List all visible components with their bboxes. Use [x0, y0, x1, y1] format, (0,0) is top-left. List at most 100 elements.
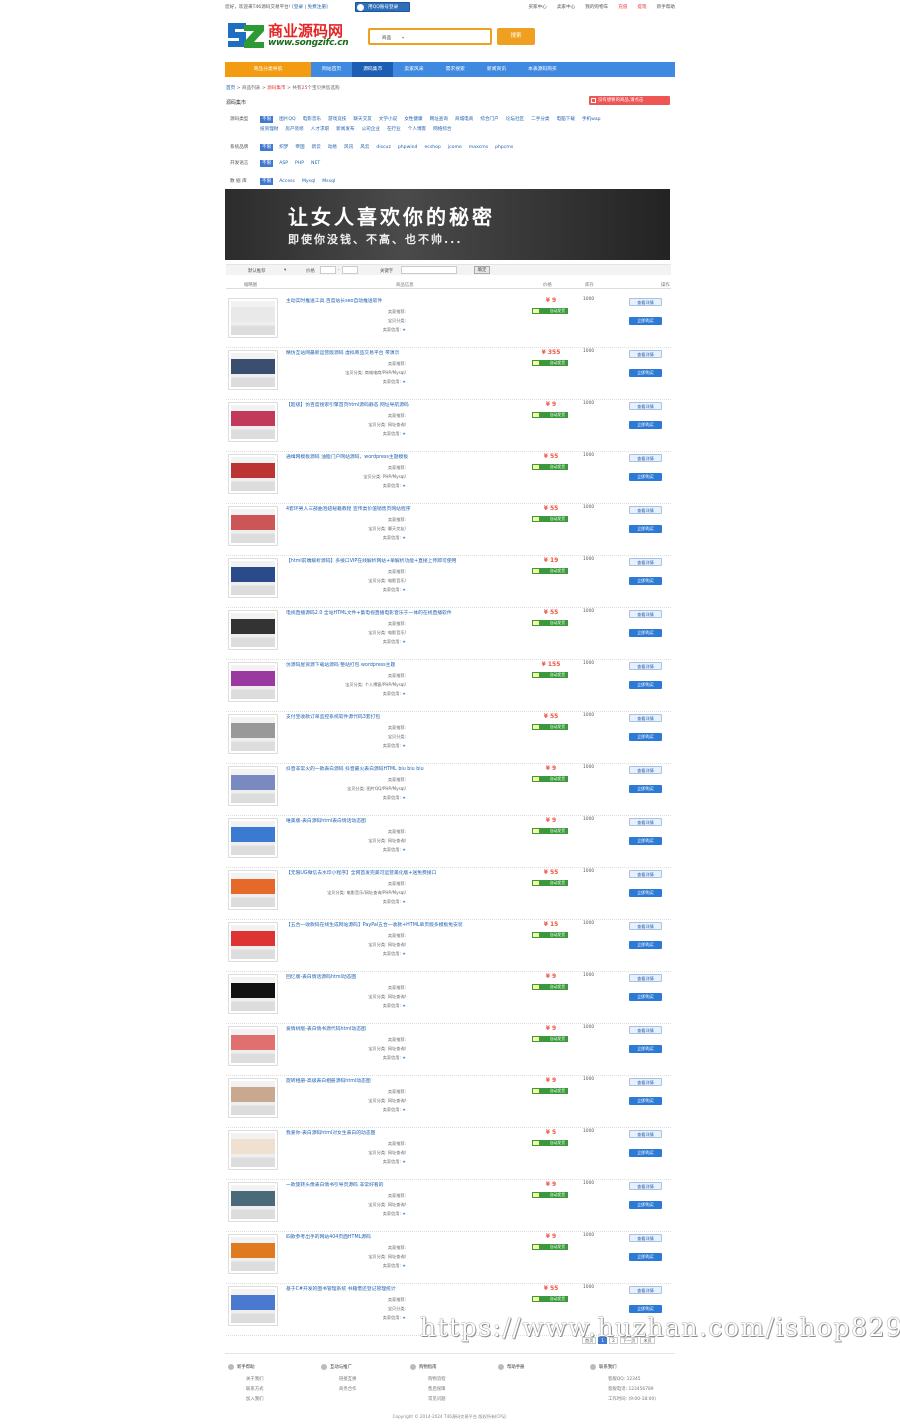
view-detail-button[interactable]: 查看详情	[629, 610, 662, 618]
buy-now-button[interactable]: 立即购买	[629, 577, 662, 585]
top-link[interactable]: 卖家中心	[557, 4, 575, 10]
filter-option[interactable]: 论坛社区	[506, 116, 524, 122]
product-thumbnail[interactable]	[228, 1234, 278, 1274]
view-detail-button[interactable]: 查看详情	[629, 870, 662, 878]
filter-option[interactable]: 文学小说	[379, 116, 397, 122]
buy-now-button[interactable]: 立即购买	[629, 317, 662, 325]
product-title[interactable]: 我爱你-表白源码html对女生表白的动态图	[286, 1129, 375, 1136]
filter-option[interactable]: 游戏竞技	[328, 116, 346, 122]
filter-option[interactable]: 聊天交友	[353, 116, 371, 122]
top-link[interactable]: 买家中心	[528, 4, 546, 10]
filter-all[interactable]: 不限	[260, 116, 274, 123]
filter-option[interactable]: 房产装修	[285, 126, 303, 132]
product-thumbnail[interactable]	[228, 922, 278, 962]
top-link[interactable]: 提现	[637, 4, 646, 10]
filter-all[interactable]: 不限	[260, 178, 274, 185]
filter-option[interactable]: 风云	[360, 144, 369, 150]
buy-now-button[interactable]: 立即购买	[629, 785, 662, 793]
product-thumbnail[interactable]	[228, 714, 278, 754]
buy-now-button[interactable]: 立即购买	[629, 733, 662, 741]
product-thumbnail[interactable]	[228, 558, 278, 598]
product-title[interactable]: 【无限UG微信去水印小程序】全网首发完美可运营美化版+送免费接口	[286, 869, 436, 876]
product-title[interactable]: 仿源码屋资源下载站源码 整站打包 wordpress主题	[286, 661, 395, 668]
product-title[interactable]: 回忆版-表白情话源码html动态图	[286, 973, 356, 980]
filter-option[interactable]: 网络综合	[433, 126, 451, 132]
view-detail-button[interactable]: 查看详情	[629, 1182, 662, 1190]
view-detail-button[interactable]: 查看详情	[629, 1286, 662, 1294]
filter-option[interactable]: NET	[311, 161, 320, 166]
product-title[interactable]: 四款参考出手的网站404页面HTML源码	[286, 1233, 371, 1240]
filter-option[interactable]: 个人博客	[408, 126, 426, 132]
filter-option[interactable]: 在行业	[387, 126, 401, 132]
footer-link[interactable]: 关于我们	[228, 1375, 264, 1385]
filter-option[interactable]: 电影音乐	[303, 116, 321, 122]
view-detail-button[interactable]: 查看详情	[629, 506, 662, 514]
product-thumbnail[interactable]	[228, 818, 278, 858]
filter-option[interactable]: ASP	[279, 161, 288, 166]
crumb-market[interactable]: 源码集市	[267, 86, 285, 91]
filter-option[interactable]: maxcms	[469, 145, 488, 150]
filter-option[interactable]: 综合门户	[480, 116, 498, 122]
view-detail-button[interactable]: 查看详情	[629, 1130, 662, 1138]
buy-now-button[interactable]: 立即购买	[629, 681, 662, 689]
filter-option[interactable]: 手机wap	[582, 116, 601, 122]
filter-option[interactable]: 女性健康	[404, 116, 422, 122]
view-detail-button[interactable]: 查看详情	[629, 402, 662, 410]
filter-option[interactable]: jcome	[448, 145, 462, 150]
product-title[interactable]: 唯美版-表白源码html表白情话动态图	[286, 817, 366, 824]
view-detail-button[interactable]: 查看详情	[629, 974, 662, 982]
product-title[interactable]: 基于C#开发的图书管理系统 书籍借还登记管理统计	[286, 1285, 396, 1292]
product-title[interactable]: 【html前端解析源码】多接口VIP在线解析网站+单解析功能+直接上传即可使用	[286, 557, 456, 564]
confirm-button[interactable]: 确定	[474, 266, 490, 274]
filter-option[interactable]: 人才求职	[311, 126, 329, 132]
product-title[interactable]: 4套环男人三部曲泡妞秘籍教程 宣传类价值销售页网站程序	[286, 505, 411, 512]
crumb-list[interactable]: 商品列表	[242, 86, 260, 91]
product-title[interactable]: 【五合一收款码在线生成网站源码】PayPal五合一收款+HTML单页版多模板免安…	[286, 921, 463, 928]
buy-now-button[interactable]: 立即购买	[629, 1045, 662, 1053]
keyword-input[interactable]	[401, 266, 457, 274]
footer-link[interactable]: 商务合作	[321, 1385, 357, 1395]
product-thumbnail[interactable]	[228, 1182, 278, 1222]
footer-link[interactable]: 加入我们	[228, 1395, 264, 1405]
product-thumbnail[interactable]	[228, 298, 278, 338]
search-box[interactable]: 商品 ▾	[368, 28, 492, 45]
filter-option[interactable]: phpwind	[398, 145, 418, 150]
filter-option[interactable]: discuz	[376, 145, 390, 150]
footer-link[interactable]: 链接互换	[321, 1375, 357, 1385]
view-detail-button[interactable]: 查看详情	[629, 818, 662, 826]
footer-link[interactable]: 工作时间: (9:00-18:00)	[590, 1395, 656, 1405]
product-thumbnail[interactable]	[228, 350, 278, 390]
view-detail-button[interactable]: 查看详情	[629, 1026, 662, 1034]
filter-option[interactable]: 新闻发布	[336, 126, 354, 132]
filter-option[interactable]: Mssql	[322, 179, 335, 184]
filter-option[interactable]: 动易	[328, 144, 337, 150]
product-thumbnail[interactable]	[228, 506, 278, 546]
product-thumbnail[interactable]	[228, 1286, 278, 1326]
product-title[interactable]: 精仿互站网最新运营版源码 虚拟商品交易平台 带演示	[286, 349, 399, 356]
product-thumbnail[interactable]	[228, 974, 278, 1014]
qq-login-button[interactable]: 用QQ账号登录	[355, 2, 410, 12]
product-thumbnail[interactable]	[228, 1130, 278, 1170]
buy-now-button[interactable]: 立即购买	[629, 1253, 662, 1261]
product-title[interactable]: 通缉网模板源码 油脂门户网站源码，wordpress主题模板	[286, 453, 408, 460]
product-title[interactable]: 爱情树版-表白情书源代码html动态图	[286, 1025, 366, 1032]
product-thumbnail[interactable]	[228, 1078, 278, 1118]
register-link[interactable]: 免费注册]	[308, 5, 328, 10]
filter-option[interactable]: 网址查询	[430, 116, 448, 122]
publish-demand-button[interactable]: 没有想要的商品,请点击	[589, 96, 670, 105]
view-detail-button[interactable]: 查看详情	[629, 1078, 662, 1086]
buy-now-button[interactable]: 立即购买	[629, 473, 662, 481]
top-link[interactable]: 充值	[618, 4, 627, 10]
buy-now-button[interactable]: 立即购买	[629, 1305, 662, 1313]
product-title[interactable]: 支付宝收款订单监控系统软件源代码3套打包	[286, 713, 380, 720]
buy-now-button[interactable]: 立即购买	[629, 1149, 662, 1157]
product-thumbnail[interactable]	[228, 662, 278, 702]
nav-item[interactable]: 商品分类导航	[225, 62, 311, 77]
filter-option[interactable]: phpcms	[495, 145, 513, 150]
product-title[interactable]: 旋转相册-高级表白相册源码html动态图	[286, 1077, 371, 1084]
view-detail-button[interactable]: 查看详情	[629, 662, 662, 670]
buy-now-button[interactable]: 立即购买	[629, 889, 662, 897]
search-button[interactable]: 搜索	[497, 28, 535, 45]
filter-option[interactable]: 投资理财	[260, 126, 278, 132]
ad-banner[interactable]: 让女人喜欢你的秘密 即使你没钱、不高、也不帅...	[225, 189, 670, 260]
